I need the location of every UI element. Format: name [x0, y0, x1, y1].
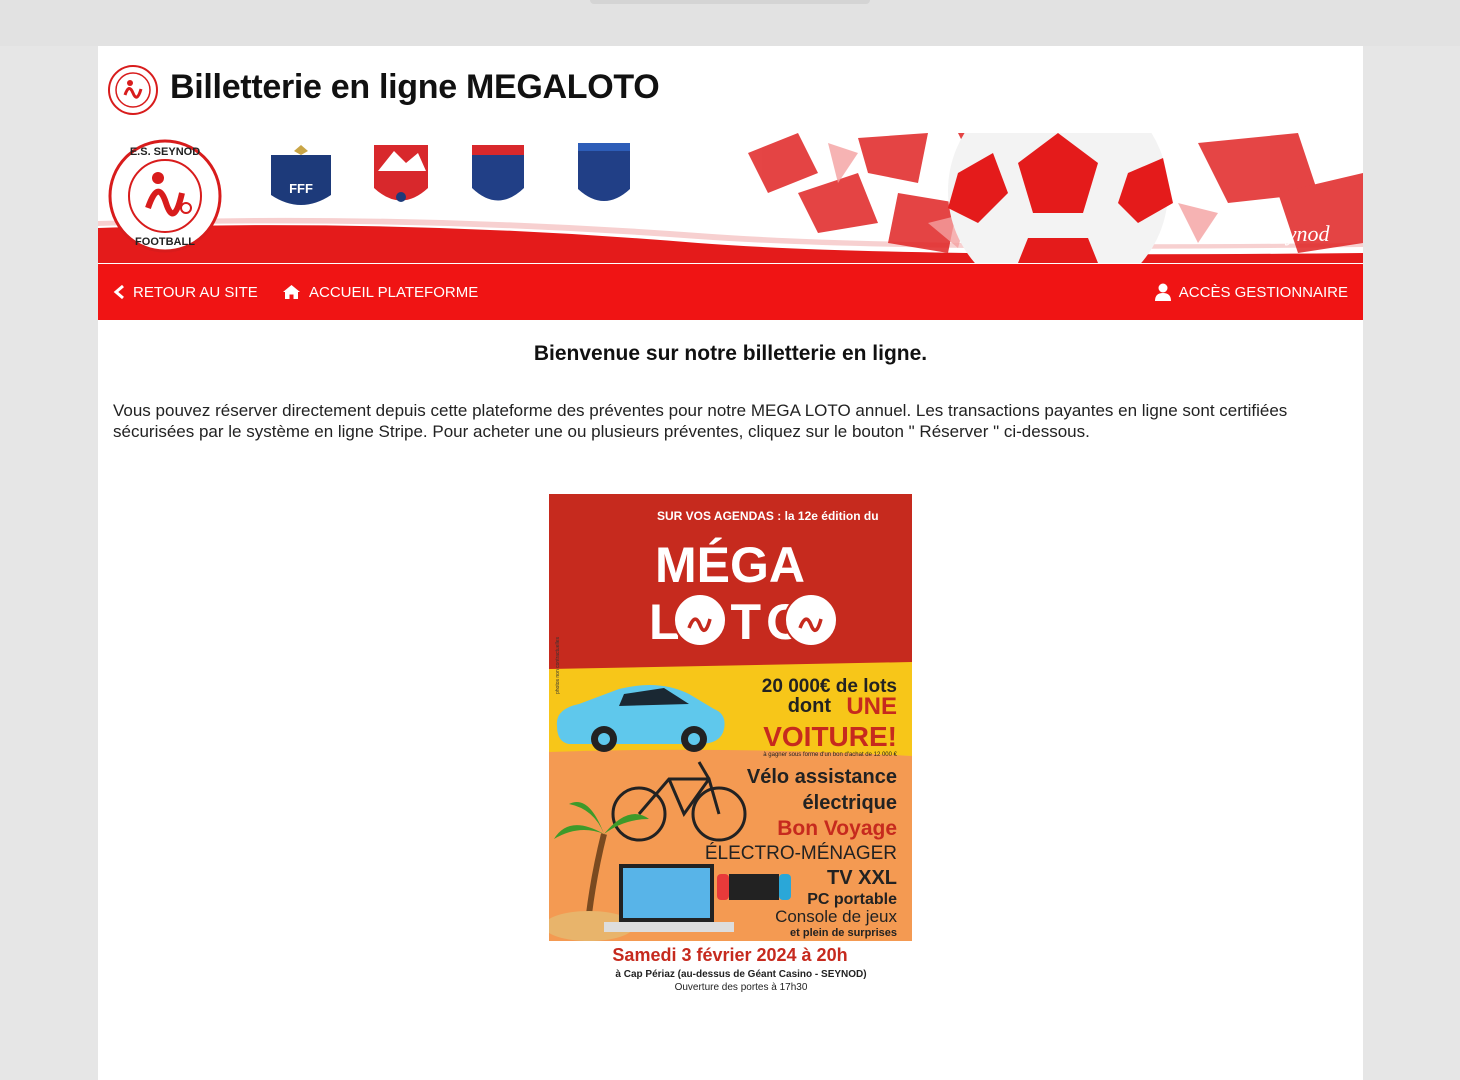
back-to-site-label: RETOUR AU SITE — [133, 283, 258, 301]
welcome-heading: Bienvenue sur notre billetterie en ligne… — [533, 342, 928, 365]
football-graphic — [948, 133, 1173, 263]
poster-club-logo-2 — [784, 593, 838, 647]
poster-prize-line-2a: dont — [788, 695, 832, 717]
browser-top-area — [0, 0, 1460, 46]
home-icon — [283, 285, 300, 299]
user-icon — [1154, 283, 1171, 301]
poster-item-5: TV XXL — [827, 867, 897, 889]
league-logo — [374, 145, 428, 202]
header-banner: Seynod E.S. SEYNOD FOOTBALL FFF — [98, 133, 1363, 263]
chevron-left-icon — [113, 284, 124, 300]
poster-item-4: ÉLECTRO-MÉNAGER — [705, 843, 897, 864]
poster-place: à Cap Périaz (au-dessus de Géant Casino … — [615, 969, 866, 980]
top-scroll-shadow — [590, 0, 870, 4]
poster-item-6: PC portable — [807, 891, 897, 908]
poster-doors: Ouverture des portes à 17h30 — [675, 982, 808, 993]
main-nav: RETOUR AU SITE ACCUEIL PLATEFORME ACCÈS … — [98, 264, 1363, 320]
poster-item-7: Console de jeux — [775, 907, 897, 926]
poster-item-2: électrique — [803, 792, 897, 814]
district-logo-2 — [578, 143, 630, 201]
club-logo-bottom-text: FOOTBALL — [135, 236, 195, 248]
site-header: Billetterie en ligne MEGALOTO — [98, 46, 1363, 133]
admin-access-link[interactable]: ACCÈS GESTIONNAIRE — [1154, 264, 1348, 320]
poster-photo-note: photos non contractuelles — [555, 637, 561, 694]
poster-item-1: Vélo assistance — [747, 766, 897, 788]
district-logo-1 — [472, 145, 524, 201]
back-to-site-link[interactable]: RETOUR AU SITE — [113, 264, 258, 320]
club-logo-small — [108, 65, 158, 115]
club-logo-top-text: E.S. SEYNOD — [130, 146, 200, 158]
poster-club-logo-1 — [673, 593, 727, 647]
club-logo-large: E.S. SEYNOD FOOTBALL — [108, 139, 222, 253]
admin-access-label: ACCÈS GESTIONNAIRE — [1178, 283, 1348, 301]
poster-prize-note: à gagner sous forme d'un bon d'achat de … — [763, 752, 897, 758]
megaloto-poster: SUR VOS AGENDAS : la 12e édition du MÉGA… — [549, 494, 912, 994]
page-title: Billetterie en ligne MEGALOTO — [170, 68, 660, 106]
poster-prize-line-2b: UNE — [846, 693, 897, 720]
intro-text: Vous pouvez réserver directement depuis … — [113, 401, 1288, 441]
banner-graphic: Seynod E.S. SEYNOD FOOTBALL FFF — [98, 133, 1363, 263]
home-platform-link[interactable]: ACCUEIL PLATEFORME — [282, 264, 478, 320]
page-container: Billetterie en ligne MEGALOTO Seynod E.S… — [98, 46, 1363, 1080]
poster-title-mega: MÉGA — [655, 537, 805, 593]
home-platform-label: ACCUEIL PLATEFORME — [309, 283, 479, 301]
poster-date: Samedi 3 février 2024 à 20h — [612, 945, 847, 965]
seynod-brand-logo: Seynod — [1266, 221, 1331, 246]
poster-item-3: Bon Voyage — [777, 817, 897, 840]
fff-logo: FFF — [271, 145, 331, 205]
fff-label: FFF — [289, 181, 313, 196]
poster-prize-line-3: VOITURE! — [763, 721, 897, 752]
poster-item-8: et plein de surprises — [790, 927, 897, 939]
poster-top-line: SUR VOS AGENDAS : la 12e édition du — [657, 509, 879, 523]
console-image — [717, 874, 791, 900]
